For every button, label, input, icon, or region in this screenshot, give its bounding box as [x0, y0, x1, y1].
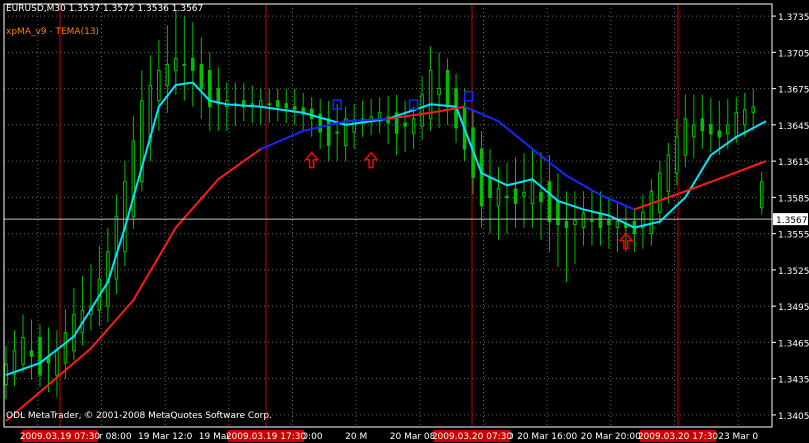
x-tick-label: 23 Mar 0 [718, 432, 758, 442]
candle-body [63, 332, 68, 364]
candle-body [505, 195, 509, 198]
candle-body [38, 337, 42, 376]
y-tick-label: 1.3585 [778, 194, 809, 204]
x-tick-label: 20 Mar 20:00 [581, 432, 641, 442]
y-tick-label: 1.3645 [778, 122, 809, 132]
candle-body [539, 192, 543, 203]
candle-body [675, 136, 679, 174]
candle-body [420, 94, 424, 127]
y-tick-label: 1.3735 [778, 13, 809, 23]
y-tick-label: 1.3615 [778, 158, 809, 168]
time-marker-text: 2009.03.20 07:30 [432, 432, 513, 442]
xpma-line-segment [387, 105, 465, 120]
candle-body [547, 181, 552, 223]
y-tick-label: 1.3405 [778, 412, 809, 422]
candle-body [666, 154, 671, 192]
candle-body [29, 350, 34, 357]
candle-body [759, 181, 764, 209]
candle-body [530, 181, 535, 204]
xpma-line-segment [634, 160, 767, 211]
candle-body [437, 88, 441, 96]
candle-body [292, 106, 297, 110]
candle-body [709, 124, 713, 135]
candle-body [403, 122, 407, 127]
copyright-text: ODL MetaTrader, © 2001-2008 MetaQuotes S… [6, 411, 272, 421]
x-tick-label: 20 Mar 16:00 [517, 432, 577, 442]
current-price-label: 1.3567 [776, 216, 808, 226]
y-tick-label: 1.3435 [778, 376, 809, 386]
time-marker-label: 2009.03.20 17:30 [638, 430, 719, 442]
candle-body [649, 190, 654, 235]
candle-body [250, 103, 255, 106]
candle-body [352, 119, 356, 133]
candle-body [21, 337, 25, 365]
time-marker-label: 2009.03.19 07:30 [20, 430, 101, 442]
time-marker-text: 2009.03.19 17:30 [226, 432, 307, 442]
candle-body [335, 131, 339, 134]
candle-body [751, 106, 756, 114]
candle-body [479, 148, 484, 207]
x-tick-label: 19 Mar 12:0 [138, 432, 193, 442]
candle-body [683, 118, 688, 156]
candle-body [343, 118, 348, 146]
candle-body [72, 314, 76, 352]
candle-body [564, 221, 569, 229]
time-marker-label: 2009.03.19 17:30 [226, 430, 307, 442]
chart-canvas[interactable]: 1.3735 1.3705 1.3675 1.3645 1.3615 1.3585 1.35… [0, 0, 809, 443]
candle-body [598, 212, 603, 229]
time-marker-text: 2009.03.19 07:30 [20, 432, 101, 442]
y-tick-label: 1.3465 [778, 339, 809, 349]
price-chart[interactable]: 1.3735 1.3705 1.3675 1.3645 1.3615 1.3585 1.35… [0, 0, 809, 443]
candle-body [174, 57, 178, 71]
y-tick-label: 1.3705 [778, 49, 809, 59]
candle-body [55, 350, 59, 376]
symbol-title: EURUSD,M30 1.3537 1.3572 1.3536 1.3567 [6, 4, 204, 14]
y-tick-label: 1.3495 [778, 303, 809, 313]
candle-body [581, 212, 586, 229]
candle-body [700, 118, 705, 132]
candle-body [182, 63, 187, 66]
candle-body [123, 181, 127, 253]
y-tick-label: 1.3555 [778, 231, 809, 241]
x-tick-label: 20 M [345, 432, 367, 442]
plot-frame [3, 3, 773, 428]
candle-body [658, 172, 662, 213]
candle-body [573, 219, 577, 226]
candle-body [275, 100, 280, 108]
indicator-title: xpMA_v9 - TEMA(13) [6, 27, 100, 37]
candle-body [607, 219, 611, 226]
candle-body [326, 118, 331, 146]
candle-body [742, 109, 747, 126]
candle-body [496, 188, 501, 207]
candle-body [513, 188, 518, 204]
candle-body [428, 69, 433, 120]
candle-body [726, 124, 730, 135]
buy-arrow [363, 151, 379, 169]
candle-body [445, 69, 450, 108]
y-tick-label: 1.3675 [778, 86, 809, 96]
time-marker-text: 2009.03.20 17:30 [638, 432, 719, 442]
candle-body [734, 112, 739, 138]
candle-body [131, 140, 136, 218]
candle-body [615, 221, 620, 229]
candle-body [556, 201, 560, 226]
buy-arrow [304, 151, 320, 169]
candle-body [267, 103, 272, 106]
time-marker-label: 2009.03.20 07:30 [432, 430, 513, 442]
candle-body [717, 130, 722, 138]
y-tick-label: 1.3525 [778, 267, 809, 277]
candle-body [165, 63, 170, 87]
xpma-line-segment [260, 117, 389, 150]
candle-body [411, 118, 416, 134]
candle-body [114, 216, 119, 280]
candle-body [199, 63, 204, 90]
candle-body [284, 103, 289, 109]
candle-body [522, 192, 526, 197]
candle-body [692, 124, 696, 138]
candle-body [590, 219, 594, 222]
candle-body [488, 176, 492, 198]
candle-body [191, 57, 195, 71]
candle-body [157, 69, 161, 102]
